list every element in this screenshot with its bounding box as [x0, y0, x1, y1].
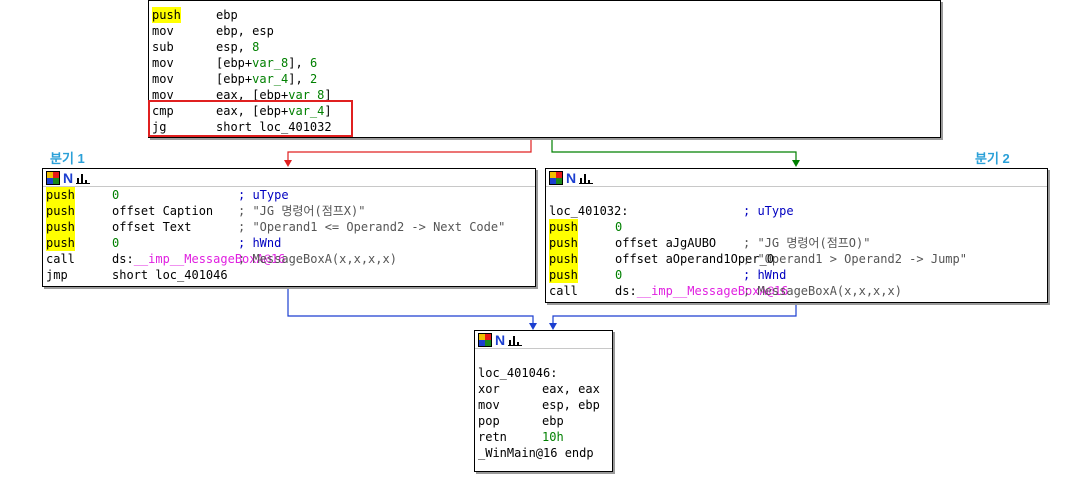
code-line[interactable]: retn 10h	[478, 429, 609, 445]
mnemonic: push	[549, 267, 578, 283]
mnemonic: push	[46, 219, 75, 235]
code-line[interactable]: push offset Caption ; "JG 명령어(점프X)"	[46, 203, 532, 219]
code-comment: ; "JG 명령어(점프O)"	[743, 236, 871, 250]
mnemonic: push	[549, 251, 578, 267]
operand: 0	[112, 188, 120, 202]
endp-text: _WinMain@16 endp	[478, 446, 594, 460]
operand: 0	[615, 268, 623, 282]
operand: 0	[112, 236, 120, 250]
operand: esp, 8	[216, 40, 260, 54]
mnemonic: mov	[152, 24, 174, 38]
block-header: N	[43, 169, 535, 187]
code-line[interactable]: call ds:__imp__MessageBoxA@16; MessageBox…	[46, 251, 532, 267]
operand: offset Caption	[112, 204, 214, 218]
mnemonic: push	[46, 203, 75, 219]
mnemonic: push	[549, 219, 578, 235]
mnemonic: push	[152, 7, 181, 23]
code-block-branch-2[interactable]: N loc_401032: ; uType push 0 push offset aJ…	[545, 168, 1048, 303]
mnemonic: push	[46, 235, 75, 251]
code-line[interactable]: mov [ebp+var_8], 6	[152, 55, 937, 71]
branch-label-1: 분기 1	[50, 151, 85, 166]
mnemonic: jmp	[46, 268, 68, 282]
operand: 0	[615, 220, 623, 234]
code-line[interactable]: push ebp	[152, 7, 937, 23]
code-line[interactable]: pop ebp	[478, 413, 609, 429]
mnemonic: sub	[152, 40, 174, 54]
operand: offset aJgAUBO	[615, 236, 717, 250]
block-header: N	[475, 331, 612, 349]
arrow-true-branch	[792, 160, 800, 167]
operand: [ebp+var_8], 6	[216, 56, 318, 70]
color-grid-icon	[549, 170, 563, 185]
code-block-branch-1[interactable]: N push 0 ; uType push offset Caption ; "JG 명령…	[42, 168, 536, 287]
mnemonic: mov	[478, 398, 500, 412]
code-label: loc_401032:	[549, 204, 629, 218]
operand: ebp	[216, 8, 238, 22]
code-comment: ; "Operand1 <= Operand2 -> Next Code"	[238, 220, 506, 234]
n-icon: N	[495, 331, 506, 348]
color-grid-icon	[478, 332, 492, 347]
code-line[interactable]: jmp short loc_401046	[46, 267, 532, 283]
arrow-right-to-bottom	[549, 323, 557, 330]
operand: esp, ebp	[542, 398, 600, 412]
code-line[interactable]: push 0 ; hWnd	[46, 235, 532, 251]
color-grid-icon	[46, 170, 60, 185]
code-comment: ; "JG 명령어(점프X)"	[238, 204, 366, 218]
arrow-left-to-bottom	[529, 323, 537, 330]
code-comment: ; uType	[743, 204, 794, 218]
code-line[interactable]: xor eax, eax	[478, 381, 609, 397]
mnemonic: pop	[478, 414, 500, 428]
code-comment: ; uType	[238, 188, 289, 202]
code-line[interactable]: push offset aJgAUBO ; "JG 명령어(점프O)"	[549, 235, 1044, 251]
code-line[interactable]: push 0 ; hWnd	[549, 267, 1044, 283]
operand: [ebp+var_4], 2	[216, 72, 318, 86]
mnemonic: mov	[152, 56, 174, 70]
code-line[interactable]: push offset Text ; "Operand1 <= Operand2 -…	[46, 219, 532, 235]
code-comment: ; MessageBoxA(x,x,x,x)	[743, 284, 902, 298]
code-comment: ; hWnd	[743, 268, 787, 282]
operand: ebp	[542, 414, 564, 428]
code-line[interactable]: mov ebp, esp	[152, 23, 937, 39]
operand: ebp, esp	[216, 24, 274, 38]
cmp-jg-highlight-box	[148, 100, 353, 137]
code-line[interactable]: call ds:__imp__MessageBoxA@16; MessageBox…	[549, 283, 1044, 299]
n-icon: N	[566, 169, 577, 186]
code-comment: ; MessageBoxA(x,x,x,x)	[238, 252, 397, 266]
code-line[interactable]: push offset aOperand1Oper_0; "Operand1 > …	[549, 251, 1044, 267]
operand: 10h	[542, 430, 564, 444]
bar-chart-icon	[76, 172, 91, 184]
mnemonic: mov	[152, 72, 174, 86]
bar-chart-icon	[508, 334, 523, 346]
code-endp-line: _WinMain@16 endp	[478, 445, 609, 461]
code-label-line: loc_401046:	[478, 365, 609, 381]
edge-false-branch	[287, 137, 532, 162]
code-comment: ; "Operand1 > Operand2 -> Jump"	[743, 252, 967, 266]
code-line[interactable]: mov [ebp+var_4], 2	[152, 71, 937, 87]
edge-left-to-bottom	[287, 286, 534, 324]
branch-label-2: 분기 2	[975, 151, 1010, 166]
mnemonic: call	[46, 252, 75, 266]
mnemonic: xor	[478, 382, 500, 396]
operand: eax, eax	[542, 382, 600, 396]
mnemonic: push	[549, 235, 578, 251]
block-header: N	[546, 169, 1047, 187]
mnemonic: call	[549, 284, 578, 298]
mnemonic: retn	[478, 430, 507, 444]
operand: short loc_401046	[112, 268, 228, 282]
code-comment: ; hWnd	[238, 236, 282, 250]
mnemonic: push	[46, 187, 75, 203]
code-line[interactable]: sub esp, 8	[152, 39, 937, 55]
edge-right-to-bottom	[552, 302, 797, 324]
code-line[interactable]: push 0	[549, 219, 1044, 235]
arrow-false-branch	[284, 160, 292, 167]
code-label-line: loc_401032: ; uType	[549, 203, 1044, 219]
code-line[interactable]: mov esp, ebp	[478, 397, 609, 413]
operand: offset Text	[112, 220, 192, 234]
bar-chart-icon	[579, 172, 594, 184]
code-block-exit[interactable]: N loc_401046: xor eax, eax mov esp, ebp pop e…	[474, 330, 613, 472]
code-line[interactable]: push 0 ; uType	[46, 187, 532, 203]
code-label: loc_401046:	[478, 366, 558, 380]
n-icon: N	[63, 169, 74, 186]
edge-true-branch	[551, 137, 797, 162]
